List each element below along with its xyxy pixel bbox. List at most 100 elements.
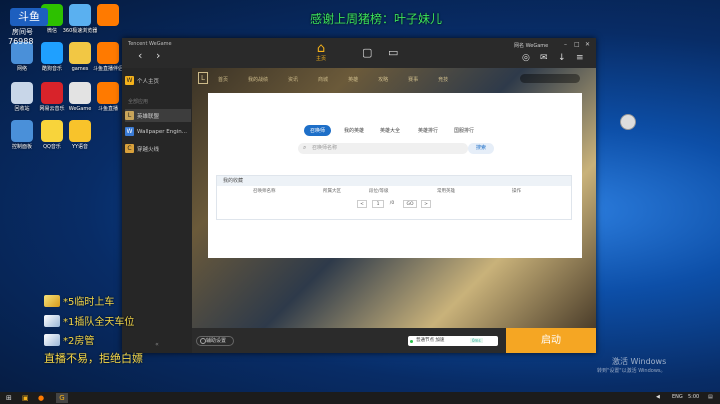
tab-store-icon[interactable]: ▢ [362,46,372,59]
desktop-shortcut-label: YY语音 [71,144,89,150]
game-nav-item[interactable]: 我的战绩 [248,76,268,83]
desktop-shortcut-label: 斗鱼直播伴侣 [92,66,123,72]
pager-current[interactable]: 1 [372,200,384,208]
sidebar-item-lol[interactable]: L 英雄联盟 [125,109,191,122]
360-browser-icon [69,4,91,26]
pager-total: /0 [389,201,395,206]
latency-badge: 0ms [470,338,483,343]
desktop-shortcut[interactable] [90,4,126,28]
wallpaper-app-icon: W [125,127,134,136]
minimize-icon[interactable]: – [564,41,567,48]
desktop-shortcut[interactable]: YY语音 [62,120,98,150]
desktop-shortcut[interactable]: 斗鱼直播 [90,82,126,112]
overlay-text: *2房管 [63,336,95,347]
status-dot-icon [410,340,413,343]
message-icon[interactable]: ✉ [540,53,548,63]
sidebar-item-cf[interactable]: C 穿越火线 [125,142,191,155]
tab-home-label: 主页 [315,56,326,62]
tab-hero-rank[interactable]: 英雄排行 [412,125,444,136]
game-nav-item[interactable]: 竞技 [438,76,448,83]
pager-go-button[interactable]: GO [403,200,417,208]
plane-gift-icon [44,314,60,327]
maximize-icon[interactable]: □ [574,41,580,48]
overlay-text: *1插队全天车位 [63,317,135,328]
taskbar-folder-icon[interactable]: ▣ [22,393,29,403]
floating-assist-icon[interactable] [620,114,636,130]
game-nav: 首页 我的战绩 资讯 商城 英雄 攻略 赛事 竞技 [218,68,448,90]
room-number: 76988 [8,37,34,46]
sidebar-header: 全部应用 [128,99,149,105]
plane-gift-icon [44,333,60,346]
taskbar-douyu-icon[interactable]: ● [38,393,44,403]
window-topbar: Tencent WeGame ‹ › ⌂ 主页 ▢ ▭ 网名 WeGame – … [122,38,596,68]
user-name[interactable]: 网名 WeGame [514,42,548,49]
game-search-input[interactable] [520,74,580,83]
desktop-shortcut[interactable]: 斗鱼直播伴侣 [90,42,126,72]
sidebar-item-profile[interactable]: W 个人主页 [125,74,191,87]
room-label: 房间号 [12,28,33,36]
gold-gift-icon [44,294,60,307]
tab-my-heroes[interactable]: 我的英雄 [338,125,370,136]
yy-voice-icon [69,120,91,142]
profile-app-icon: W [125,76,134,85]
douyu-icon [97,4,119,26]
summoner-search-input[interactable]: 召唤师名称 [298,143,468,154]
window-footer: 辅助设置 普通节点 加速 0ms 启动 [192,328,596,353]
game-nav-item[interactable]: 首页 [218,76,228,83]
activation-watermark-sub: 转到"设置"以激活 Windows。 [597,368,666,374]
favorites-title: 我的收藏 [217,176,571,186]
game-nav-item[interactable]: 英雄 [348,76,358,83]
start-icon[interactable]: ⊞ [6,393,12,403]
game-nav-item[interactable]: 赛事 [408,76,418,83]
column-header: 段位/等级 [369,189,389,194]
download-icon[interactable]: ↓ [558,53,566,63]
overlay-line: *1插队全天车位 [44,313,134,328]
desktop-shortcut-label: 360极速浏览器 [62,28,98,34]
tab-server-rank[interactable]: 国服排行 [448,125,480,136]
tab-summoner[interactable]: 召唤师 [304,125,332,136]
control-panel-icon [11,120,33,142]
sidebar-item-label: 穿越火线 [137,146,160,153]
pager-next[interactable]: > [421,200,431,208]
overlay-bottom-text: 直播不易，拒绝白嫖 [44,352,143,365]
stream-title: 感谢上周猪榜：叶子妹儿 [310,12,443,26]
activation-watermark: 激活 Windows [612,357,667,366]
games-folder-icon [69,42,91,64]
headset-icon[interactable]: ◎ [522,53,530,63]
close-icon[interactable]: ✕ [585,41,590,48]
sidebar-item-label: 个人主页 [137,78,160,85]
volume-icon[interactable]: ◀ [656,394,660,400]
search-button[interactable]: 搜索 [468,143,494,154]
column-header: 召唤师名称 [253,189,276,194]
settings-icon [200,338,206,344]
forward-icon[interactable]: › [156,50,160,61]
pager-prev[interactable]: < [357,200,367,208]
game-nav-item[interactable]: 资讯 [288,76,298,83]
game-nav-item[interactable]: 攻略 [378,76,388,83]
douyu-logo-icon: 斗鱼 [10,8,48,26]
tab-video-icon[interactable]: ▭ [388,46,398,59]
desktop-shortcut-label: 斗鱼直播 [97,106,118,112]
clock[interactable]: 5:00 [688,394,699,400]
overlay-line: *5临时上车 [44,293,114,308]
tab-home[interactable]: ⌂ 主页 [310,42,332,62]
game-nav-item[interactable]: 商城 [318,76,328,83]
column-header: 所属大区 [323,189,341,194]
back-icon[interactable]: ‹ [138,50,142,61]
column-header: 操作 [512,189,521,194]
wegame-window: Tencent WeGame ‹ › ⌂ 主页 ▢ ▭ 网名 WeGame – … [122,38,596,353]
notification-icon[interactable]: ▤ [708,394,713,400]
column-header: 常用英雄 [437,189,455,194]
sidebar-item-label: Wallpaper Engin... [137,128,187,135]
lol-app-icon: L [125,111,134,120]
douyu-live-icon [97,82,119,104]
sidebar-item-label: 英雄联盟 [137,113,160,120]
menu-icon[interactable]: ≡ [576,53,584,63]
input-language[interactable]: ENG [672,394,683,400]
sidebar-item-wallpaper[interactable]: W Wallpaper Engin... [125,125,191,138]
launch-button[interactable]: 启动 [506,328,596,353]
tab-hero-list[interactable]: 英雄大全 [374,125,406,136]
taskbar-wegame-icon[interactable]: G [56,393,68,403]
speed-selector[interactable]: 普通节点 加速 [408,336,498,346]
home-icon: ⌂ [316,41,326,56]
